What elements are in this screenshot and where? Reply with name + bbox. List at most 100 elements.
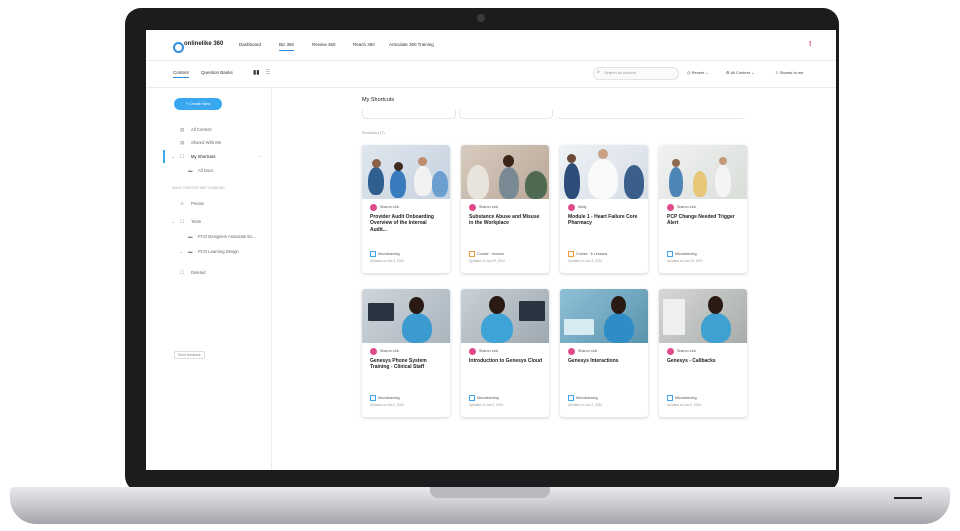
card-title: Provider Audit Onboarding Overview of th… [370, 214, 434, 233]
microlearning-icon [469, 395, 475, 401]
author-name: Sharon Link [578, 349, 598, 353]
microlearning-icon [370, 251, 376, 257]
sidebar-item-team[interactable]: Team [191, 219, 201, 224]
tab-content[interactable]: Content [173, 70, 189, 78]
card-title: Genesys - Callbacks [667, 358, 716, 364]
avatar [667, 204, 674, 211]
card-title: Module 1 - Heart Failure Core Pharmacy [568, 214, 638, 227]
microlearning-icon [667, 251, 673, 257]
more-icon[interactable]: ··· [258, 154, 263, 159]
content-card[interactable]: Sharon Link Substance Abuse and Misuse i… [461, 145, 549, 273]
shortcut-icon: ☐ [180, 154, 185, 159]
sidebar-item-all-content[interactable]: All Content [191, 127, 211, 132]
content-card[interactable]: Sharon Link Introduction to Genesys Clou… [461, 289, 549, 417]
content-card[interactable]: Sharon Link Genesys - Callbacks Microlea… [659, 289, 747, 417]
page-title: My Shortcuts [362, 97, 395, 103]
card-title: Substance Abuse and Misuse in the Workpl… [469, 214, 540, 227]
card-updated: Updated on Jan 3, 2024 [370, 259, 405, 263]
active-indicator [163, 150, 165, 163]
card-updated: Updated on Jan 3, 2024 [568, 259, 603, 263]
author-name: Sharon Link [677, 349, 697, 353]
sidebar-item-deleted[interactable]: Deleted [191, 270, 205, 275]
card-type: Microlearning [568, 395, 598, 401]
sidebar-item-pco-designers[interactable]: PCO Designers Associate Ex... [198, 234, 256, 239]
course-icon [568, 251, 574, 257]
trash-icon: ☐ [180, 270, 185, 275]
sidebar-item-private[interactable]: Private [191, 201, 204, 206]
card-type: Course · 6 Lessons [568, 251, 607, 257]
recent-filter[interactable]: ◷ Recent ⌄ [687, 70, 709, 75]
create-new-button[interactable]: + Create New [174, 98, 222, 110]
folder-icon: ▤ [180, 127, 185, 132]
grid-view-icon[interactable]: ▮▮ [253, 69, 260, 76]
logo-icon [173, 42, 184, 53]
content-card[interactable]: Molly Module 1 - Heart Failure Core Phar… [560, 145, 648, 273]
all-content-label: All Content [730, 70, 751, 75]
card-type-label: Microlearning [378, 395, 400, 400]
author-name: Molly [578, 205, 587, 209]
author-name: Sharon Link [380, 349, 400, 353]
card-title: Introduction to Genesys Cloud [469, 358, 543, 364]
card-thumbnail [560, 289, 648, 343]
card-type-label: Course · 6 Lessons [576, 251, 608, 256]
microlearning-icon [667, 395, 673, 401]
recent-label: Recent [691, 70, 705, 75]
card-thumbnail [659, 145, 747, 199]
card-thumbnail [659, 289, 747, 343]
card-updated: Updated on Jan 2, 2024 [469, 403, 504, 407]
all-content-filter[interactable]: ⚙ All Content ⌄ [726, 70, 755, 75]
sidebar-item-shared[interactable]: Shared With Me [191, 140, 221, 145]
nav-dashboard[interactable]: Dashboard [239, 42, 261, 47]
nav-training[interactable]: Articulate 360 Training [389, 42, 434, 47]
card-thumbnail [362, 289, 450, 343]
avatar [568, 348, 575, 355]
avatar [370, 348, 377, 355]
content-card[interactable]: Sharon Link Genesys Interactions Microle… [560, 289, 648, 417]
filter-dropdown[interactable] [459, 110, 553, 119]
nav-biz-360[interactable]: Biz 360 [279, 42, 295, 51]
folder-icon: ▬ [188, 168, 193, 173]
nav-reach-360[interactable]: Reach 360 [353, 42, 375, 47]
app-logo[interactable]: onlinelike 360 [184, 41, 223, 47]
card-type-label: Microlearning [576, 395, 598, 400]
list-view-icon[interactable]: ☰ [265, 69, 270, 76]
card-type-label: Course · Version [477, 251, 504, 256]
filter-dropdown[interactable] [362, 110, 456, 119]
content-card[interactable]: Sharon Link Provider Audit Onboarding Ov… [362, 145, 450, 273]
sidebar-section-label: MANY CONTENT ARE CHANGED [172, 186, 225, 190]
content-card[interactable]: Sharon Link Genesys Phone System Trainin… [362, 289, 450, 417]
microlearning-icon [370, 395, 376, 401]
card-title: Genesys Phone System Training - Clinical… [370, 358, 427, 371]
laptop-indicator [894, 497, 922, 499]
user-icon: ♙ [180, 201, 185, 206]
sidebar [146, 88, 272, 470]
card-updated: Updated on Jan 2, 2024 [667, 403, 702, 407]
card-type-label: Microlearning [477, 395, 499, 400]
sidebar-item-all-docs[interactable]: All Docs [198, 168, 213, 173]
avatar [370, 204, 377, 211]
sidebar-item-pco-learning[interactable]: PCO Learning Design [198, 249, 239, 254]
card-title: Genesys Interactions [568, 358, 619, 364]
nav-review-360[interactable]: Review 360 [312, 42, 336, 47]
author-name: Sharon Link [479, 349, 499, 353]
card-thumbnail [362, 145, 450, 199]
expand-icon[interactable]: ⌄ [171, 154, 175, 160]
send-feedback-button[interactable]: Send feedback [174, 351, 205, 359]
content-card[interactable]: Sharon Link PCP Change Needed Trigger Al… [659, 145, 747, 273]
search-placeholder: Search all content [604, 70, 637, 75]
expand-icon[interactable]: ⌄ [171, 219, 175, 225]
card-type: Microlearning [667, 251, 697, 257]
folder-icon: ▬ [188, 234, 193, 239]
shared-filter[interactable]: ⇩ Shared to me [775, 70, 803, 75]
shared-icon: ▤ [180, 140, 185, 145]
card-type-label: Microlearning [675, 251, 697, 256]
card-thumbnail [461, 289, 549, 343]
card-type: Microlearning [370, 251, 400, 257]
expand-icon[interactable]: ⌄ [179, 249, 183, 255]
course-icon [469, 251, 475, 257]
sidebar-item-my-shortcuts[interactable]: My Shortcuts [191, 154, 215, 159]
card-updated: Updated on Jan 29, 2024 [469, 259, 505, 263]
laptop-notch [430, 487, 550, 498]
alert-icon[interactable]: ! [809, 41, 812, 48]
tab-question-banks[interactable]: Question Banks [201, 70, 233, 75]
